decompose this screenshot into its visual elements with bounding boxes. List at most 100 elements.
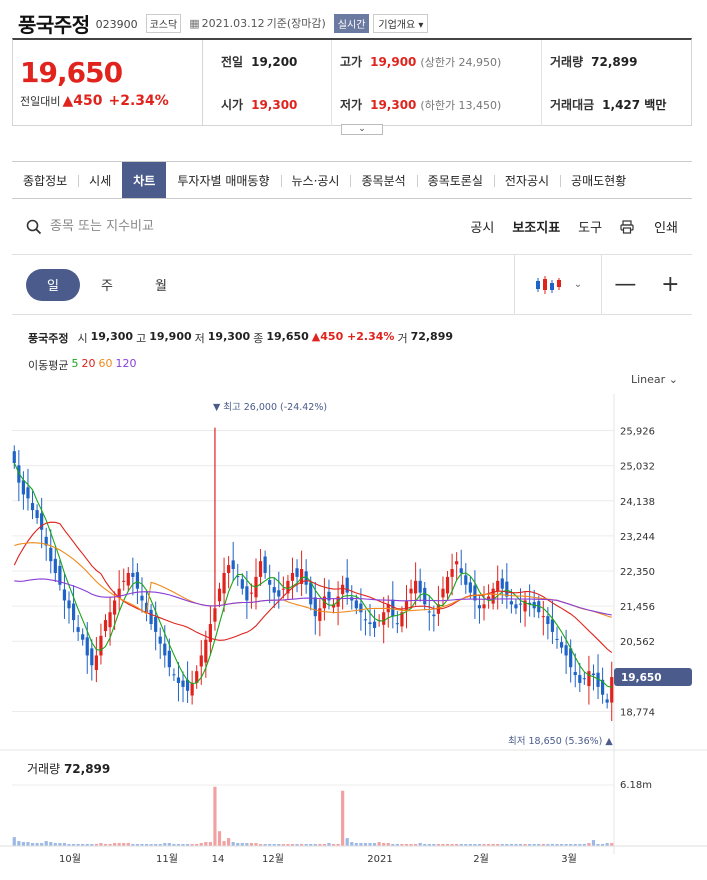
- volume-bar: [44, 841, 48, 846]
- info-high-label: 고: [136, 332, 147, 345]
- y-tick-label: 25,032: [620, 462, 655, 473]
- volume-label: 거래량: [550, 55, 584, 69]
- ohlc-info: 풍국주정 시 19,300 고 19,900 저 19,300 종 19,650 ▲45…: [28, 330, 453, 346]
- ma-label: 이동평균: [28, 359, 69, 372]
- candle-body: [546, 616, 550, 625]
- current-price-tag-label: 19,650: [621, 672, 662, 684]
- y-tick-label: 18,774: [620, 707, 655, 718]
- candle-body: [131, 572, 135, 577]
- amount-label: 거래대금: [550, 98, 595, 112]
- tab-quotes[interactable]: 시세: [78, 162, 122, 198]
- realtime-button[interactable]: 실시간: [333, 13, 370, 33]
- candle-body: [126, 572, 130, 586]
- candle-body: [176, 677, 181, 683]
- min-price-label: 최저 18,650 (5.36%) ▲: [508, 736, 613, 747]
- candle-body: [245, 586, 249, 601]
- high-label: 고가: [340, 55, 363, 69]
- candle-body: [455, 561, 459, 565]
- compare-search-input[interactable]: [50, 219, 350, 234]
- printer-icon: [620, 219, 634, 234]
- candle-body: [514, 604, 518, 609]
- tab-short-selling[interactable]: 공매도현황: [560, 162, 637, 198]
- volume-bar: [222, 841, 226, 846]
- x-tick-label: 10월: [59, 853, 81, 865]
- ma120-label: 120: [115, 357, 137, 370]
- y-tick-label: 24,138: [620, 497, 655, 508]
- info-high: 19,900: [149, 330, 192, 343]
- chart-type-selector[interactable]: ⌄: [514, 254, 602, 315]
- moving-average-legend[interactable]: 이동평균 5 20 60 120: [28, 357, 136, 373]
- volume-max-label: 6.18m: [620, 780, 652, 791]
- candle-body: [81, 634, 85, 640]
- candle-body: [318, 608, 322, 621]
- ma5-line: [13, 462, 612, 688]
- candle-body: [103, 620, 108, 632]
- disclosure-button[interactable]: 공시: [470, 217, 494, 236]
- volume-legend: 거래량 72,899: [27, 760, 110, 777]
- amount-value: 1,427 백만: [602, 98, 667, 112]
- change-row: 전일대비 ▲450 +2.34%: [20, 93, 202, 109]
- volume-bar: [204, 842, 208, 846]
- scale-mode-dropdown[interactable]: Linear ⌄: [631, 373, 678, 386]
- candle-body: [441, 588, 445, 598]
- candle-body: [263, 556, 267, 573]
- candle-body: [35, 510, 39, 518]
- zoom-out-button[interactable]: —: [614, 272, 636, 297]
- company-overview-button[interactable]: 기업개요 ▾: [373, 13, 429, 33]
- candle-body: [450, 569, 454, 577]
- x-tick-label: 14: [212, 854, 225, 865]
- zoom-in-button[interactable]: +: [661, 272, 679, 297]
- y-tick-label: 20,562: [620, 637, 655, 648]
- tool-button[interactable]: 도구: [578, 217, 602, 236]
- candle-body: [500, 578, 504, 589]
- price-summary: 19,650 전일대비 ▲450 +2.34% 전일 19,200 고가 19,…: [12, 38, 692, 126]
- period-month[interactable]: 월: [134, 269, 188, 301]
- volume-cell: 거래량 72,899: [541, 40, 691, 83]
- candle-body: [94, 655, 98, 670]
- price-chart[interactable]: 25,926 25,032 24,138 23,244 22,350 21,456 20,5…: [0, 394, 707, 880]
- candle-body: [468, 582, 472, 593]
- tab-chart[interactable]: 차트: [122, 162, 167, 198]
- x-tick-label: 12월: [262, 853, 284, 865]
- candle-body: [204, 639, 208, 663]
- y-tick-label: 21,456: [620, 602, 655, 613]
- expand-chevron-icon[interactable]: ⌄: [341, 124, 383, 135]
- candle-body: [313, 597, 317, 617]
- candle-body: [509, 601, 513, 605]
- volume-bar: [213, 786, 217, 846]
- candle-body: [163, 643, 167, 656]
- candle-body: [473, 585, 477, 601]
- tab-investor-trends[interactable]: 투자자별 매매동향: [166, 162, 280, 198]
- candle-body: [409, 588, 413, 594]
- volume-bar: [49, 842, 53, 846]
- search-icon[interactable]: [26, 219, 42, 235]
- tab-discussion[interactable]: 종목토론실: [416, 162, 494, 198]
- print-button[interactable]: 인쇄: [620, 217, 678, 236]
- indicator-button[interactable]: 보조지표: [512, 217, 560, 236]
- basis-text: 기준(장마감): [266, 17, 326, 30]
- volume-bar: [21, 842, 26, 846]
- candle-body: [172, 674, 176, 676]
- candle-body: [227, 565, 231, 573]
- current-price-panel: 19,650 전일대비 ▲450 +2.34%: [13, 40, 203, 125]
- candle-body: [555, 638, 559, 640]
- tab-analysis[interactable]: 종목분석: [350, 162, 416, 198]
- tab-e-disclosure[interactable]: 전자공시: [493, 162, 560, 198]
- period-week[interactable]: 주: [80, 269, 134, 301]
- candle-body: [591, 673, 596, 676]
- high-value: 19,900: [370, 54, 417, 69]
- candle-body: [505, 581, 509, 597]
- candle-body: [71, 603, 76, 621]
- period-selector: 일 주 월 ⌄ — +: [12, 254, 692, 315]
- tab-news[interactable]: 뉴스·공시: [280, 162, 351, 198]
- period-day[interactable]: 일: [26, 268, 80, 301]
- volume-bar: [345, 838, 349, 846]
- tab-overview[interactable]: 종합정보: [12, 162, 78, 198]
- open-cell: 시가 19,300: [221, 83, 331, 126]
- zoom-controls: — +: [602, 272, 692, 297]
- chevron-down-icon: ⌄: [573, 279, 583, 290]
- candle-body: [108, 612, 112, 628]
- volume-legend-label: 거래량: [27, 762, 61, 776]
- ma60-label: 60: [98, 357, 113, 370]
- candle-body: [30, 503, 35, 511]
